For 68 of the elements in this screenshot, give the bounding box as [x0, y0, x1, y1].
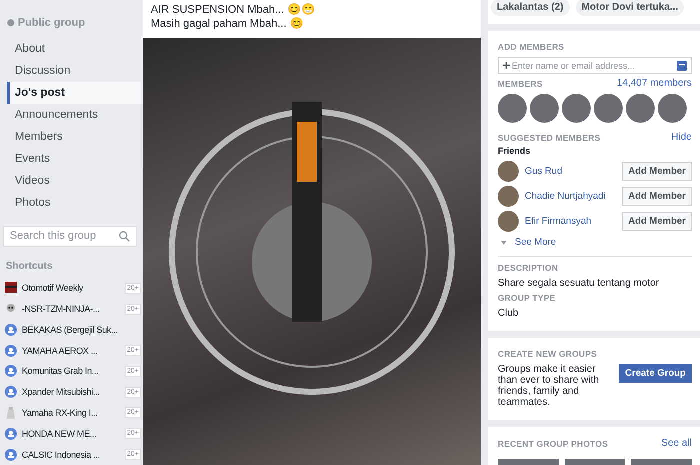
add-member-button[interactable]: Add Member: [622, 162, 692, 181]
section-heading: RECENT GROUP PHOTOS: [498, 438, 608, 448]
create-groups-text: Groups make it easier than ever to share with friends, family and teammates.: [498, 364, 600, 408]
section-heading: ADD MEMBERS: [498, 42, 566, 52]
section-heading: DESCRIPTION: [498, 263, 560, 273]
bottle-icon: [5, 406, 17, 419]
member-avatar[interactable]: [562, 94, 591, 123]
see-more-link[interactable]: See More: [515, 237, 556, 248]
nav-item[interactable]: Events: [4, 148, 141, 170]
see-all-link[interactable]: See all: [661, 438, 692, 449]
group-icon: [5, 448, 17, 461]
post-text: AIR SUSPENSION Mbah... 😊😁: [151, 3, 316, 17]
shortcut-name: CALSIC Indonesia ...: [22, 450, 102, 460]
shortcut-name: -NSR-TZM-NINJA-...: [22, 304, 101, 314]
nav-item[interactable]: Announcements: [4, 104, 141, 126]
subheading: Friends: [498, 146, 532, 156]
member-avatar[interactable]: [658, 94, 687, 123]
post-text: Masih gagal paham Mbah... 😊: [151, 17, 305, 31]
search-icon: [119, 230, 130, 242]
nav-item[interactable]: Videos: [4, 170, 141, 192]
member-avatar[interactable]: [594, 94, 623, 123]
add-member-button[interactable]: Add Member: [622, 212, 692, 231]
member-avatar[interactable]: [626, 94, 655, 123]
description-text: Share segala sesuatu tentang motor: [498, 278, 660, 289]
privacy-label: Public group: [18, 17, 86, 29]
person-name[interactable]: Gus Rud: [525, 166, 616, 177]
placeholder-text: Enter name or email address...: [512, 60, 636, 70]
caret-icon: [501, 240, 507, 244]
group-icon: [5, 324, 17, 336]
section-heading: CREATE NEW GROUPS: [498, 349, 598, 359]
shortcut-name: Xpander Mitsubishi...: [22, 387, 101, 398]
group-icon: [5, 344, 17, 357]
person-avatar: [498, 211, 519, 232]
nav-item[interactable]: Photos: [4, 192, 141, 214]
create-group-button[interactable]: Create Group: [619, 364, 692, 383]
section-heading: MEMBERS: [498, 78, 543, 88]
section-heading: GROUP TYPE: [498, 293, 557, 303]
shortcut-name: Komunitas Grab In...: [22, 366, 100, 376]
person-avatar: [498, 161, 519, 182]
section-heading: Shortcuts: [6, 260, 54, 272]
shortcut-name: Yamaha RX-King I...: [22, 408, 99, 418]
shortcut-name: BEKAKAS (Bergejil Suk...: [22, 324, 119, 335]
nav-item[interactable]: About: [4, 38, 141, 60]
placeholder-text: Search this group: [10, 230, 96, 242]
hide-link[interactable]: Hide: [671, 132, 692, 143]
member-avatar[interactable]: [530, 94, 559, 123]
nav-item[interactable]: Members: [4, 126, 141, 148]
plus-icon: [503, 62, 510, 69]
group-icon: [5, 365, 17, 378]
group-thumbnail-icon: [5, 282, 17, 294]
nav-item[interactable]: Discussion: [4, 60, 141, 82]
nav-item[interactable]: Jo's post: [7, 82, 141, 104]
shortcut-name: YAMAHA AEROX ...: [22, 346, 99, 356]
person-name[interactable]: Efir Firmansyah: [525, 216, 616, 227]
group-type-text: Club: [498, 308, 520, 319]
section-heading: SUGGESTED MEMBERS: [498, 132, 601, 142]
group-icon: [5, 428, 17, 440]
person-avatar: [498, 186, 519, 207]
topic-tag[interactable]: Lakalantas (2): [491, 0, 570, 16]
shortcut-name: HONDA NEW ME...: [22, 428, 98, 439]
group-icon: [5, 386, 17, 398]
add-member-button[interactable]: Add Member: [622, 187, 692, 206]
member-avatar[interactable]: [498, 94, 527, 123]
shortcut-item[interactable]: BEKAKAS (Bergejil Suk...: [0, 319, 141, 340]
topic-tag[interactable]: Motor Dovi tertuka...: [576, 0, 684, 16]
shortcut-name: Otomotif Weekly: [22, 283, 84, 294]
person-name[interactable]: Chadie Nurtjahyadi: [525, 191, 616, 202]
members-count-link[interactable]: 14,407 members: [616, 78, 692, 89]
